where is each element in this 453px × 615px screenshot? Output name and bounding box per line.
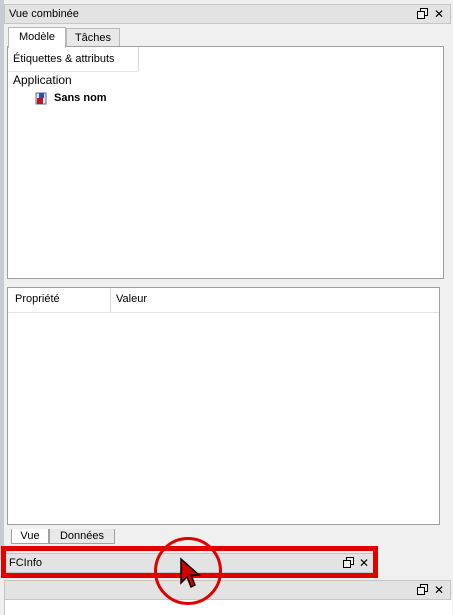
lower-dock-content bbox=[4, 600, 452, 615]
tree-header-bottom bbox=[8, 71, 138, 72]
tab-data[interactable]: Données bbox=[49, 529, 115, 544]
tab-data-label: Données bbox=[59, 530, 105, 542]
tree-root-application[interactable]: Application bbox=[13, 73, 72, 87]
property-header-separator bbox=[110, 288, 111, 312]
value-column-header[interactable]: Valeur bbox=[116, 293, 147, 305]
tab-view[interactable]: Vue bbox=[11, 529, 49, 544]
float-icon[interactable] bbox=[416, 584, 428, 596]
model-tree-panel[interactable]: Étiquettes & attributs Application Sans … bbox=[7, 46, 444, 279]
document-icon bbox=[35, 92, 47, 105]
close-icon[interactable]: ✕ bbox=[433, 8, 445, 20]
property-header-bottom bbox=[8, 312, 439, 313]
tree-header-separator bbox=[138, 47, 139, 71]
lower-dock-titlebar[interactable]: ✕ bbox=[4, 580, 451, 600]
tab-tasks-label: Tâches bbox=[74, 32, 112, 44]
left-dock-edge bbox=[0, 0, 4, 560]
property-panel[interactable]: Propriété Valeur bbox=[7, 287, 440, 525]
float-icon[interactable] bbox=[416, 8, 428, 20]
combo-view-titlebar[interactable]: Vue combinée ✕ bbox=[4, 4, 451, 24]
cursor-arrow-icon bbox=[178, 557, 202, 589]
combo-view-title: Vue combinée bbox=[9, 8, 79, 20]
tab-view-label: Vue bbox=[20, 530, 40, 542]
tree-header-label: Étiquettes & attributs bbox=[13, 53, 115, 65]
tab-model[interactable]: Modèle bbox=[8, 27, 66, 48]
tab-tasks[interactable]: Tâches bbox=[66, 28, 120, 47]
tree-item-document[interactable]: Sans nom bbox=[54, 92, 107, 104]
property-column-header[interactable]: Propriété bbox=[15, 293, 60, 305]
close-icon[interactable]: ✕ bbox=[433, 584, 445, 596]
tab-model-label: Modèle bbox=[18, 31, 56, 43]
